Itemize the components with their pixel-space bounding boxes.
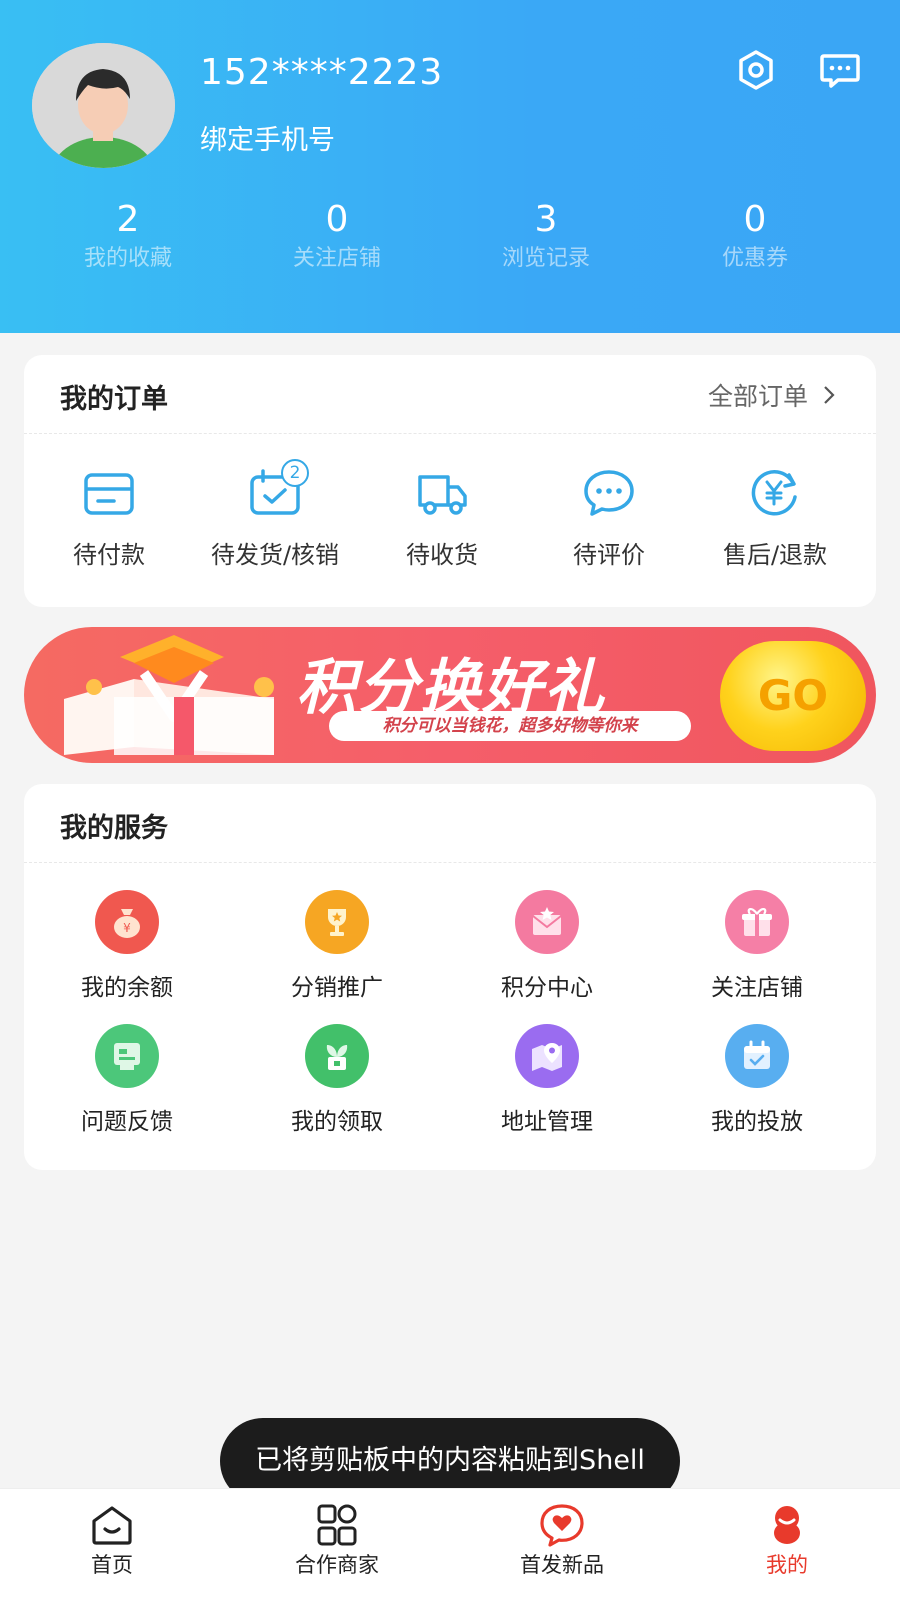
banner-go-button[interactable]: GO [720, 641, 866, 751]
calendar-icon [725, 1024, 789, 1088]
nav-partners[interactable]: 合作商家 [262, 1503, 412, 1579]
service-label: 问题反馈 [81, 1109, 173, 1135]
stat-value: 0 [325, 199, 349, 240]
service-balance[interactable]: ¥ 我的余额 [42, 890, 212, 1002]
service-distribution[interactable]: 分销推广 [252, 890, 422, 1002]
service-points-center[interactable]: 积分中心 [462, 890, 632, 1002]
order-label: 待评价 [573, 541, 645, 569]
money-bag-icon: ¥ [95, 890, 159, 954]
service-feedback[interactable]: 问题反馈 [42, 1024, 212, 1136]
order-pending-review[interactable]: 待评价 [524, 467, 694, 570]
stat-label: 关注店铺 [292, 246, 381, 271]
nav-new-releases[interactable]: 首发新品 [487, 1503, 637, 1579]
stat-value: 2 [116, 199, 140, 240]
order-label: 待发货/核销 [210, 541, 340, 569]
calendar-check-icon: 2 [247, 459, 309, 519]
grid-icon [313, 1503, 361, 1547]
chat-bubble-icon [581, 467, 637, 519]
stat-history[interactable]: 3 浏览记录 [471, 198, 621, 276]
service-label: 分销推广 [291, 975, 383, 1001]
stat-favorites[interactable]: 2 我的收藏 [53, 198, 203, 276]
points-banner[interactable]: 积分换好礼 积分可以当钱花，超多好物等你来 GO [24, 627, 876, 763]
wallet-card-icon [81, 467, 137, 519]
map-pin-icon [515, 1024, 579, 1088]
bottom-nav: 首页 合作商家 首发新品 我的 [0, 1488, 900, 1600]
plant-icon [305, 1024, 369, 1088]
order-pending-receipt[interactable]: 待收货 [357, 467, 527, 570]
profile-icon [763, 1503, 811, 1547]
stat-label: 浏览记录 [501, 246, 590, 271]
order-label: 售后/退款 [722, 541, 828, 569]
orders-card: 我的订单 全部订单 待付款 2 待发货/核销 待收货 待评价 售后/退款 [24, 355, 876, 607]
nav-label: 合作商家 [295, 1553, 379, 1577]
settings-icon[interactable] [734, 48, 778, 92]
svg-text:¥: ¥ [123, 921, 131, 935]
order-pending-payment[interactable]: 待付款 [24, 467, 194, 570]
order-count-badge: 2 [281, 459, 309, 487]
divider [24, 862, 876, 863]
nav-label: 首页 [91, 1553, 133, 1577]
orders-title: 我的订单 [60, 384, 168, 415]
order-label: 待付款 [73, 541, 145, 569]
stat-value: 3 [534, 199, 558, 240]
order-label: 待收货 [406, 541, 478, 569]
services-title: 我的服务 [60, 813, 168, 844]
stat-coupons[interactable]: 0 优惠券 [680, 198, 830, 276]
heart-chat-icon [538, 1503, 586, 1547]
service-address[interactable]: 地址管理 [462, 1024, 632, 1136]
stat-label: 我的收藏 [83, 246, 172, 271]
all-orders-link[interactable]: 全部订单 [708, 377, 836, 413]
message-icon[interactable] [818, 48, 862, 92]
envelope-icon [515, 890, 579, 954]
order-after-sales[interactable]: 售后/退款 [690, 467, 860, 570]
nav-label: 我的 [766, 1553, 808, 1577]
feedback-icon [95, 1024, 159, 1088]
gift-icon [725, 890, 789, 954]
nav-profile[interactable]: 我的 [712, 1503, 862, 1579]
banner-subtitle: 积分可以当钱花，超多好物等你来 [329, 711, 691, 741]
service-label: 关注店铺 [711, 975, 803, 1001]
profile-header: 152****2223 绑定手机号 2 我的收藏 0 关注店铺 3 浏览记录 0 [0, 0, 900, 333]
stat-value: 0 [743, 199, 767, 240]
service-label: 我的余额 [81, 975, 173, 1001]
service-followed-shops[interactable]: 关注店铺 [672, 890, 842, 1002]
yuan-refund-icon [747, 467, 803, 519]
user-phone: 152****2223 [200, 52, 444, 93]
all-orders-label: 全部订单 [707, 382, 808, 411]
service-label: 我的领取 [291, 1109, 383, 1135]
service-my-placements[interactable]: 我的投放 [672, 1024, 842, 1136]
home-icon [88, 1503, 136, 1547]
truck-icon [414, 467, 470, 519]
nav-label: 首发新品 [520, 1553, 604, 1577]
chevron-right-icon [824, 386, 835, 404]
avatar[interactable] [32, 43, 175, 168]
stats-row: 2 我的收藏 0 关注店铺 3 浏览记录 0 优惠券 [0, 198, 900, 288]
stat-label: 优惠券 [721, 246, 788, 271]
service-label: 地址管理 [501, 1109, 593, 1135]
service-my-claims[interactable]: 我的领取 [252, 1024, 422, 1136]
service-label: 积分中心 [501, 975, 593, 1001]
order-pending-shipment[interactable]: 2 待发货/核销 [190, 459, 360, 570]
services-card: 我的服务 ¥ 我的余额 分销推广 积分中心 关注店铺 问题反馈 我的领取 地址管… [24, 784, 876, 1170]
divider [24, 433, 876, 434]
trophy-icon [305, 890, 369, 954]
stat-followed-shops[interactable]: 0 关注店铺 [262, 198, 412, 276]
service-label: 我的投放 [711, 1109, 803, 1135]
nav-home[interactable]: 首页 [37, 1503, 187, 1579]
bind-phone-link[interactable]: 绑定手机号 [200, 118, 335, 157]
